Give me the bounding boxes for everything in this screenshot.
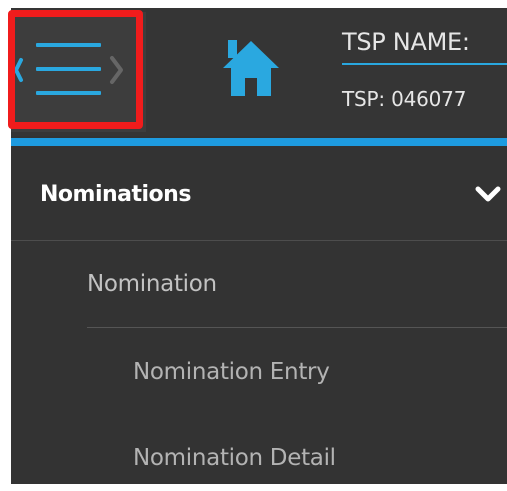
- chevron-down-icon: [475, 186, 501, 202]
- nav-group-nominations[interactable]: Nominations: [11, 150, 507, 242]
- hamburger-menu-icon: [14, 43, 123, 95]
- accent-bar: [11, 138, 507, 146]
- nav-item-nomination[interactable]: Nomination: [11, 244, 507, 326]
- nav-item-label: Nomination Detail: [133, 445, 336, 471]
- nav-item-label: Nomination Entry: [133, 359, 330, 385]
- app-frame: TSP NAME: TSP: 046077 Nominations Nomina…: [11, 8, 507, 484]
- tsp-name-underline: [342, 63, 507, 65]
- tsp-name-label: TSP NAME:: [342, 28, 470, 56]
- tsp-code-label: TSP: 046077: [342, 87, 467, 111]
- nav-item-nomination-entry[interactable]: Nomination Entry: [11, 332, 507, 412]
- nav-item-nomination-detail[interactable]: Nomination Detail: [11, 418, 507, 484]
- nav-item-label: Nomination: [87, 271, 217, 297]
- top-bar: TSP NAME: TSP: 046077: [11, 8, 507, 136]
- divider: [11, 240, 507, 241]
- home-button[interactable]: [221, 38, 281, 100]
- divider: [87, 327, 507, 328]
- menu-toggle-button[interactable]: [11, 12, 146, 132]
- home-icon: [223, 40, 279, 96]
- nav-group-label: Nominations: [40, 182, 191, 207]
